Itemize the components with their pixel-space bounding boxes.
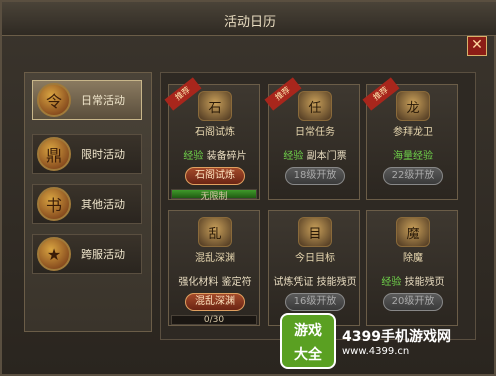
activity-card: 目 今日目标 试炼凭证 技能残页 16级开放 (268, 210, 360, 326)
tab-label: 限时活动 (81, 148, 125, 161)
locked-button[interactable]: 22级开放 (383, 167, 443, 185)
activity-reward: 经验 装备碎片 (183, 151, 247, 162)
watermark-text: 4399手机游戏网 www.4399.cn (342, 328, 451, 357)
progress-bar: 0/30 (171, 315, 257, 325)
locked-button[interactable]: 18级开放 (285, 167, 345, 185)
locked-button[interactable]: 16级开放 (285, 293, 345, 311)
abyss-icon: 乱 (198, 217, 232, 247)
tab-daily[interactable]: 令 日常活动 (32, 80, 142, 120)
tab-cross-server[interactable]: ★ 跨服活动 (32, 234, 142, 274)
activity-name: 石阁试炼 (195, 127, 235, 138)
site-watermark: 游戏 大全 4399手机游戏网 www.4399.cn (280, 310, 496, 372)
dragon-guard-icon: 龙 (396, 91, 430, 121)
activity-card: 任 推荐 日常任务 经验 副本门票 18级开放 (264, 77, 360, 200)
tab-label: 其他活动 (81, 198, 125, 211)
tab-label: 跨服活动 (81, 248, 125, 261)
quest-icon: 任 (298, 91, 332, 121)
activity-card: 魔 除魔 经验 技能残页 20级开放 (366, 210, 458, 326)
activity-reward: 经验 副本门票 (283, 151, 347, 162)
activity-calendar-window: 活动日历 ✕ 令 日常活动 鼎 限时活动 书 其他活动 ★ 跨服活动 石 推荐 … (0, 0, 496, 376)
activity-reward: 海量经验 (393, 151, 433, 162)
tower-icon: 石 (198, 91, 232, 121)
activity-reward: 强化材料 鉴定符 (178, 277, 252, 288)
activity-reward: 经验 技能残页 (381, 277, 445, 288)
activity-name: 今日目标 (295, 253, 335, 264)
watermark-logo: 游戏 大全 (280, 313, 336, 369)
activity-name: 日常任务 (295, 127, 335, 138)
activity-name: 除魔 (403, 253, 423, 264)
join-button[interactable]: 石阁试炼 (185, 167, 245, 185)
demon-icon: 魔 (396, 217, 430, 247)
activity-card: 乱 混乱深渊 强化材料 鉴定符 混乱深渊 0/30 (168, 210, 260, 326)
tab-other[interactable]: 书 其他活动 (32, 184, 142, 224)
scroll-icon: 令 (37, 83, 71, 117)
progress-text: 无限制 (200, 192, 228, 202)
activity-card: 龙 推荐 参拜龙卫 海量经验 22级开放 (362, 77, 458, 200)
close-icon[interactable]: ✕ (467, 36, 487, 56)
tab-label: 日常活动 (81, 94, 125, 107)
progress-bar: 无限制 (171, 189, 257, 202)
book-icon: 书 (37, 187, 71, 221)
target-icon: 目 (298, 217, 332, 247)
window-title: 活动日历 (223, 15, 276, 30)
cauldron-icon: 鼎 (37, 137, 71, 171)
activity-name: 参拜龙卫 (393, 127, 433, 138)
tab-limited[interactable]: 鼎 限时活动 (32, 134, 142, 174)
progress-text: 0/30 (203, 315, 225, 325)
activity-reward: 试炼凭证 技能残页 (273, 277, 357, 288)
join-button[interactable]: 混乱深渊 (185, 293, 245, 311)
emblem-icon: ★ (37, 237, 71, 271)
locked-button[interactable]: 20级开放 (383, 293, 443, 311)
activity-card: 石 推荐 石阁试炼 经验 装备碎片 石阁试炼 无限制 (164, 77, 260, 202)
activity-name: 混乱深渊 (195, 253, 235, 264)
